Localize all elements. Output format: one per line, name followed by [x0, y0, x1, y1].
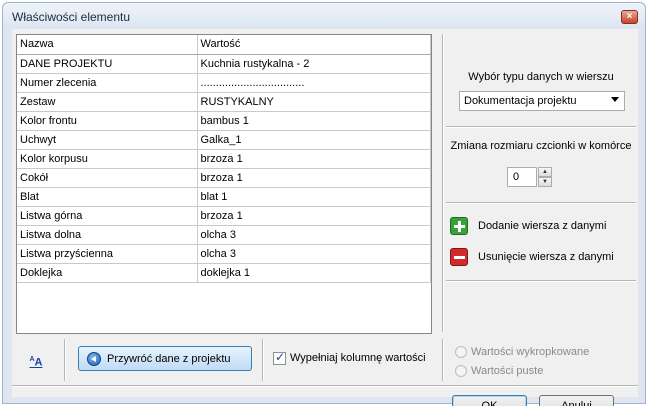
property-name: Uchwyt	[17, 130, 198, 150]
font-format-button[interactable]: AA	[25, 349, 47, 371]
restore-label: Przywróć dane z projektu	[107, 353, 231, 365]
dialog-frame: Nazwa Wartość DANE PROJEKTU Kuchnia rusty…	[2, 27, 646, 406]
table-row[interactable]: Blat blat 1	[17, 187, 431, 207]
toolbar-divider	[442, 339, 444, 381]
spin-up-icon[interactable]: ▲	[538, 167, 552, 177]
table-row[interactable]: Numer zlecenia..........................…	[17, 73, 431, 93]
property-name: Zestaw	[17, 92, 198, 112]
property-value[interactable]: ..................................	[197, 73, 431, 93]
radio-button[interactable]	[455, 346, 467, 358]
table-row[interactable]: Zestaw RUSTYKALNY	[17, 92, 431, 112]
property-value[interactable]: olcha 3	[197, 225, 431, 245]
property-value[interactable]: Galka_1	[197, 130, 431, 150]
radio-button[interactable]	[455, 365, 467, 377]
table-row[interactable]: Cokół brzoza 1	[17, 168, 431, 188]
property-name: Doklejka	[17, 263, 198, 283]
properties-dialog: Właściwości elementu × Nazwa Wartość DAN…	[0, 0, 649, 406]
panel-separator	[446, 202, 636, 204]
data-type-label: Wybór typu danych w wierszu	[468, 71, 614, 83]
checkbox-checked[interactable]	[273, 350, 286, 365]
property-name: Cokół	[17, 168, 198, 188]
fill-values-label[interactable]: Wypełniaj kolumnę wartości	[290, 352, 426, 364]
panel-divider	[442, 34, 444, 332]
property-name: Listwa przyścienna	[17, 244, 198, 264]
property-value[interactable]: bambus 1	[197, 111, 431, 131]
table-row[interactable]: Doklejka doklejka 1	[17, 263, 431, 283]
property-name: Listwa dolna	[17, 225, 198, 245]
data-type-select[interactable]: Dokumentacja projektu	[459, 91, 625, 111]
table-row[interactable]: Kolor frontu bambus 1	[17, 111, 431, 131]
property-name: Kolor frontu	[17, 111, 198, 131]
column-header-value[interactable]: Wartość	[197, 35, 431, 55]
property-value[interactable]: RUSTYKALNY	[197, 92, 431, 112]
property-grid: Nazwa Wartość DANE PROJEKTU Kuchnia rusty…	[16, 34, 432, 334]
ok-button[interactable]: OK	[452, 395, 527, 406]
table-row[interactable]: Uchwyt Galka_1	[17, 130, 431, 150]
data-type-value: Dokumentacja projektu	[464, 95, 577, 107]
property-name: Listwa górna	[17, 206, 198, 226]
table-row[interactable]: Listwa przyścienna olcha 3	[17, 244, 431, 264]
window-title: Właściwości elementu	[12, 10, 131, 24]
font-format-large: A	[34, 356, 43, 369]
table-row[interactable]: Listwa górna brzoza 1	[17, 206, 431, 226]
property-name: DANE PROJEKTU	[17, 54, 198, 74]
column-header-name[interactable]: Nazwa	[17, 35, 198, 55]
property-value[interactable]: brzoza 1	[197, 206, 431, 226]
back-arrow-icon	[87, 352, 101, 366]
property-value[interactable]: olcha 3	[197, 244, 431, 264]
property-name: Blat	[17, 187, 198, 207]
restore-project-data-button[interactable]: Przywróć dane z projektu	[78, 346, 252, 371]
dialog-client: Nazwa Wartość DANE PROJEKTU Kuchnia rusty…	[12, 29, 638, 397]
table-row[interactable]: DANE PROJEKTU Kuchnia rustykalna - 2	[17, 54, 431, 74]
radio-empty-label[interactable]: Wartości puste	[471, 365, 543, 377]
property-value[interactable]: Kuchnia rustykalna - 2	[197, 54, 431, 74]
font-size-label: Zmiana rozmiaru czcionki w komórce	[450, 140, 632, 152]
minus-icon[interactable]	[450, 248, 468, 266]
close-button[interactable]: ×	[621, 10, 638, 24]
footer-separator	[12, 385, 638, 387]
property-name: Numer zlecenia	[17, 73, 198, 93]
table-row[interactable]: Listwa dolna olcha 3	[17, 225, 431, 245]
property-value[interactable]: brzoza 1	[197, 168, 431, 188]
font-size-input[interactable]: 0	[507, 167, 537, 187]
font-size-stepper[interactable]: 0 ▲ ▼	[507, 167, 553, 187]
title-bar: Właściwości elementu ×	[2, 2, 646, 28]
grid-header-row: Nazwa Wartość	[17, 35, 431, 55]
plus-icon[interactable]	[450, 217, 468, 235]
property-value[interactable]: blat 1	[197, 187, 431, 207]
toolbar-divider	[262, 339, 264, 381]
property-value[interactable]: doklejka 1	[197, 263, 431, 283]
chevron-down-icon[interactable]	[611, 97, 619, 102]
remove-row-label[interactable]: Usunięcie wiersza z danymi	[478, 251, 614, 263]
table-row[interactable]: Kolor korpusu brzoza 1	[17, 149, 431, 169]
radio-dotted-label[interactable]: Wartości wykropkowane	[471, 346, 589, 358]
panel-separator	[446, 126, 636, 128]
panel-separator	[446, 280, 636, 282]
spin-down-icon[interactable]: ▼	[538, 177, 552, 187]
property-table: Nazwa Wartość DANE PROJEKTU Kuchnia rusty…	[17, 35, 431, 283]
toolbar-divider	[64, 339, 66, 381]
cancel-button[interactable]: Anuluj	[539, 395, 614, 406]
add-row-label[interactable]: Dodanie wiersza z danymi	[478, 220, 606, 232]
property-value[interactable]: brzoza 1	[197, 149, 431, 169]
property-name: Kolor korpusu	[17, 149, 198, 169]
